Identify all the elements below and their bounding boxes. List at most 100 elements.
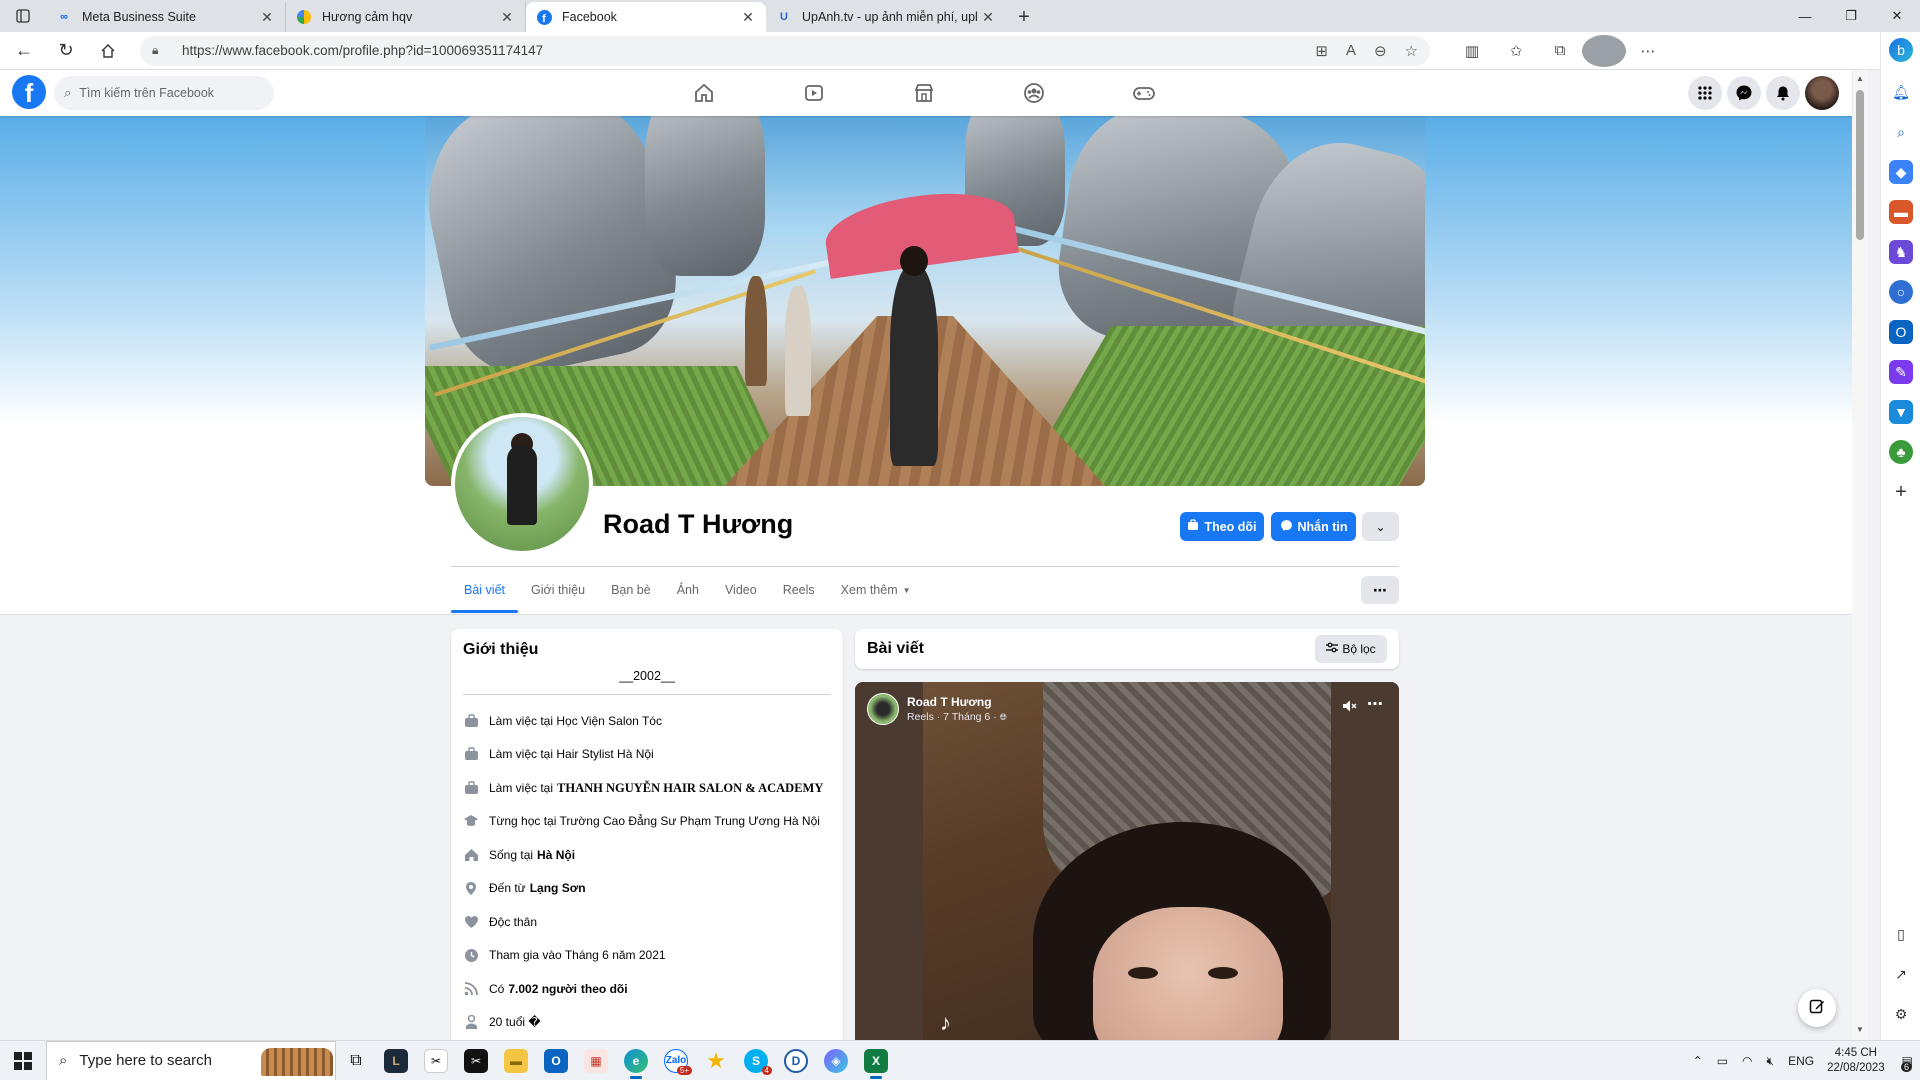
app-capcut-2-icon[interactable]: ✂ <box>456 1041 496 1080</box>
app-capcut-icon[interactable]: ✂ <box>416 1041 456 1080</box>
favorites-icon[interactable]: ✩ <box>1494 35 1538 67</box>
tab-facebook[interactable]: f Facebook ✕ <box>526 2 766 32</box>
clock[interactable]: 4:45 CH 22/08/2023 <box>1827 1046 1885 1076</box>
external-link-icon[interactable]: ↗ <box>1889 962 1913 986</box>
close-window-icon[interactable]: ✕ <box>1874 0 1920 32</box>
e-tree-icon[interactable]: ♣ <box>1889 440 1913 464</box>
info-link[interactable]: Hà Nội <box>537 848 575 862</box>
battery-icon[interactable]: ▭ <box>1717 1054 1728 1068</box>
excel-icon[interactable]: X <box>856 1041 896 1080</box>
app-d-icon[interactable]: D <box>776 1041 816 1080</box>
close-tab-icon[interactable]: ✕ <box>259 9 275 26</box>
zoom-out-icon[interactable]: ⊖ <box>1374 42 1387 60</box>
profile-avatar[interactable] <box>451 413 593 555</box>
page-scrollbar[interactable]: ▲ ▼ <box>1852 70 1868 1040</box>
tab-friends[interactable]: Bạn bè <box>598 567 664 613</box>
scrollbar-thumb[interactable] <box>1856 90 1864 240</box>
hide-sidebar-icon[interactable]: ▯ <box>1889 922 1913 946</box>
nav-watch-icon[interactable] <box>784 70 844 116</box>
settings-more-icon[interactable]: ⋯ <box>1626 35 1670 67</box>
reel-author-name[interactable]: Road T Hương <box>907 695 992 709</box>
scroll-up-icon[interactable]: ▲ <box>1856 74 1864 83</box>
task-view-icon[interactable]: ⧉ <box>336 1041 376 1080</box>
lock-icon[interactable]: 🔒︎ <box>152 43 168 58</box>
tab-see-more[interactable]: Xem thêm ▼ <box>828 567 924 613</box>
app-grid-icon[interactable]: ▦ <box>576 1041 616 1080</box>
notifications-icon[interactable]: 🔔︎ <box>1889 80 1913 104</box>
tab-reels[interactable]: Reels <box>770 567 828 613</box>
nav-gaming-icon[interactable] <box>1114 70 1174 116</box>
close-tab-icon[interactable]: ✕ <box>499 9 515 26</box>
favorite-star-icon[interactable]: ☆ <box>1405 42 1418 60</box>
account-avatar[interactable] <box>1805 76 1839 110</box>
info-link[interactable]: THANH NGUYỄN HAIR SALON & ACADEMY <box>557 781 823 796</box>
nav-marketplace-icon[interactable] <box>894 70 954 116</box>
shopping-tag-icon[interactable]: ◆ <box>1889 160 1913 184</box>
new-message-button[interactable] <box>1798 989 1836 1027</box>
games-icon[interactable]: ♞ <box>1889 240 1913 264</box>
copilot-icon[interactable]: ◈ <box>816 1041 856 1080</box>
back-button[interactable]: ← <box>6 35 42 67</box>
add-sidebar-app-icon[interactable]: + <box>1889 480 1913 504</box>
tab-meta-business-suite[interactable]: ∞ Meta Business Suite ✕ <box>46 2 286 32</box>
zalo-icon[interactable]: Zalo 5+ <box>656 1041 696 1080</box>
facebook-search-input[interactable]: ⌕ Tìm kiếm trên Facebook <box>54 76 274 110</box>
edge-browser-icon[interactable]: e <box>616 1041 656 1080</box>
notification-center-icon[interactable]: ▤ 6 <box>1900 1054 1913 1072</box>
read-aloud-icon[interactable]: A <box>1346 42 1356 60</box>
designer-icon[interactable]: ✎ <box>1889 360 1913 384</box>
messenger-icon[interactable] <box>1727 76 1761 110</box>
wifi-icon[interactable]: ◠ <box>1742 1054 1752 1068</box>
drop-icon[interactable]: ▼ <box>1889 400 1913 424</box>
profile-icon[interactable] <box>1582 34 1626 67</box>
search-icon[interactable]: ⌕ <box>1889 120 1913 144</box>
profile-more-button[interactable]: ⋯ <box>1361 576 1399 604</box>
favorites-star-app-icon[interactable]: ★ <box>696 1041 736 1080</box>
home-button[interactable] <box>90 35 126 67</box>
scroll-down-icon[interactable]: ▼ <box>1856 1025 1864 1034</box>
app-available-icon[interactable]: ⊞ <box>1315 42 1328 60</box>
file-explorer-icon[interactable]: ▬ <box>496 1041 536 1080</box>
outlook-icon[interactable]: O <box>1889 320 1913 344</box>
reel-author-avatar[interactable] <box>867 693 899 725</box>
reel-video[interactable] <box>923 682 1331 1040</box>
tab-huong-cam-hqv[interactable]: Hương cảm hqv ✕ <box>286 2 526 32</box>
input-language[interactable]: ENG <box>1788 1054 1814 1068</box>
info-link[interactable]: theo dõi <box>581 982 628 996</box>
tray-chevron-up-icon[interactable]: ⌃ <box>1693 1054 1703 1068</box>
message-button[interactable]: Nhắn tin <box>1271 512 1356 541</box>
reel-more-icon[interactable]: ⋯ <box>1367 694 1383 714</box>
nav-home-icon[interactable] <box>674 70 734 116</box>
bing-chat-icon[interactable]: b <box>1889 38 1913 62</box>
taskbar-search-input[interactable]: ⌕ Type here to search <box>46 1040 336 1080</box>
minimize-icon[interactable]: — <box>1782 0 1828 32</box>
facebook-logo-icon[interactable]: f <box>12 75 46 109</box>
nav-groups-icon[interactable] <box>1004 70 1064 116</box>
tab-actions-icon[interactable] <box>0 0 46 32</box>
tab-photos[interactable]: Ảnh <box>664 567 712 613</box>
sidebar-settings-icon[interactable]: ⚙ <box>1889 1002 1913 1026</box>
tab-upanh[interactable]: U UpAnh.tv - up ảnh miễn phí, upl ✕ <box>766 2 1006 32</box>
restore-icon[interactable]: ❐ <box>1828 0 1874 32</box>
tab-videos[interactable]: Video <box>712 567 770 613</box>
notifications-bell-icon[interactable] <box>1766 76 1800 110</box>
refresh-button[interactable]: ↻ <box>48 35 84 67</box>
collections-icon[interactable]: ⧉ <box>1538 35 1582 67</box>
new-tab-button[interactable]: + <box>1006 2 1042 32</box>
follow-button[interactable]: Theo dõi <box>1180 512 1264 541</box>
close-tab-icon[interactable]: ✕ <box>740 9 756 26</box>
outlook-icon[interactable]: O <box>536 1041 576 1080</box>
tools-briefcase-icon[interactable]: ▬ <box>1889 200 1913 224</box>
url-field[interactable]: 🔒︎ https://www.facebook.com/profile.php?… <box>140 35 1430 66</box>
filter-button[interactable]: Bộ lọc <box>1315 635 1387 663</box>
reel-post[interactable]: Road T Hương Reels · 7 Tháng 6 · 🌐︎ ⋯ ♪ <box>855 682 1399 1040</box>
split-screen-icon[interactable]: ▥ <box>1450 35 1494 67</box>
microsoft-365-icon[interactable]: ○ <box>1889 280 1913 304</box>
app-lol-icon[interactable]: L <box>376 1041 416 1080</box>
skype-icon[interactable]: S4 <box>736 1041 776 1080</box>
volume-mute-icon[interactable]: 🔇︎ <box>1767 1054 1775 1069</box>
windows-start-icon[interactable] <box>0 1041 46 1080</box>
info-link[interactable]: Lạng Sơn <box>530 881 586 895</box>
more-options-button[interactable]: ⌄ <box>1362 512 1399 541</box>
menu-grid-icon[interactable] <box>1688 76 1722 110</box>
